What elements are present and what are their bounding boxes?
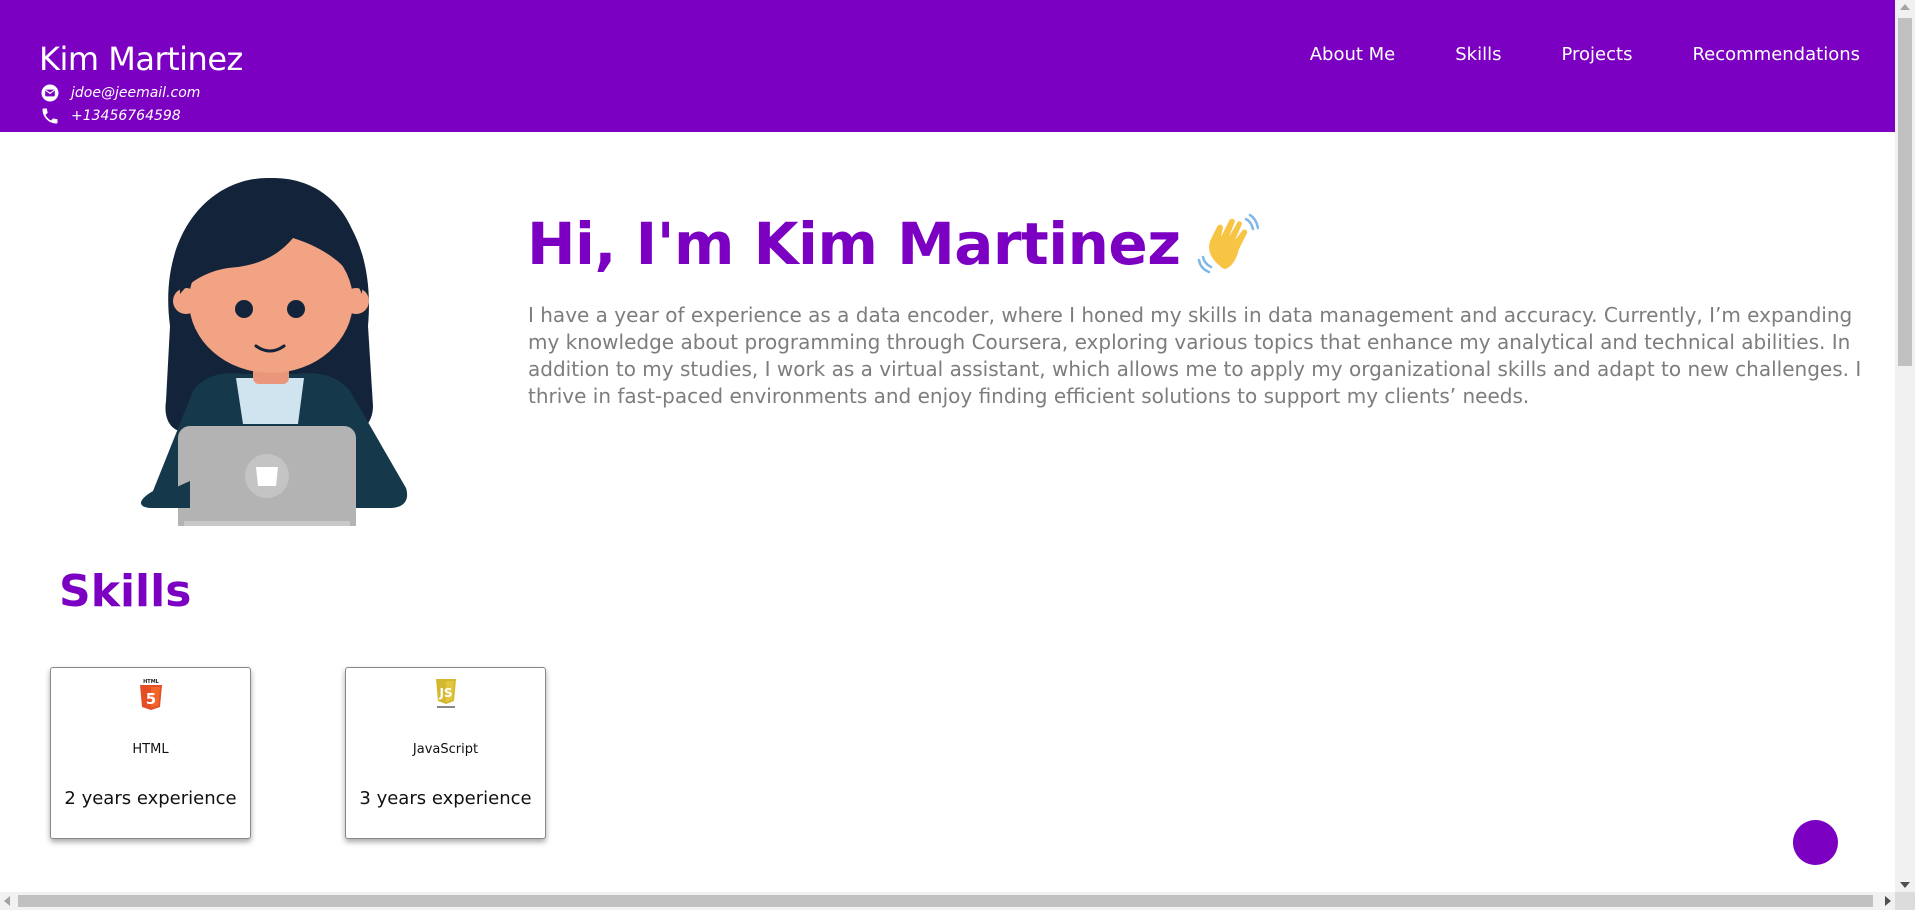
scroll-left-arrow-icon[interactable] [4,896,10,906]
email-text[interactable]: jdoe@jeemail.com [71,85,200,101]
phone-icon [39,107,61,125]
contact-phone: +13456764598 [39,107,181,125]
waving-hand-icon [1197,213,1259,275]
svg-text:HTML: HTML [143,679,160,685]
nav-about-me[interactable]: About Me [1310,44,1396,65]
scroll-down-arrow-icon[interactable] [1900,882,1910,888]
floating-action-button[interactable] [1793,820,1838,865]
skills-heading: Skills [59,566,192,617]
skill-name: JavaScript [412,742,479,757]
nav-projects[interactable]: Projects [1561,44,1632,65]
horizontal-scrollbar[interactable] [0,892,1895,910]
main-nav: About Me Skills Projects Recommendations [1310,44,1860,65]
site-owner-name: Kim Martinez [39,40,243,78]
vertical-scrollbar[interactable] [1895,0,1915,892]
javascript-logo-icon: JS [433,677,459,711]
horizontal-scroll-thumb[interactable] [18,895,1873,907]
hero-title-text: Hi, I'm Kim Martinez [527,210,1181,278]
skill-experience: 3 years experience [359,788,532,809]
avatar-illustration [128,176,413,536]
site-header: Kim Martinez jdoe@jeemail.com +134567645… [0,0,1895,132]
contact-email: jdoe@jeemail.com [39,84,200,102]
skill-card-javascript: JS JavaScript 3 years experience [345,667,546,839]
svg-text:5: 5 [145,690,155,708]
nav-recommendations[interactable]: Recommendations [1692,44,1860,65]
envelope-icon [39,84,61,102]
phone-text[interactable]: +13456764598 [71,108,181,124]
skill-experience: 2 years experience [64,788,237,809]
nav-skills[interactable]: Skills [1455,44,1501,65]
hero-bio: I have a year of experience as a data en… [528,303,1862,408]
html5-logo-icon: HTML 5 [138,677,164,711]
hero-title: Hi, I'm Kim Martinez [527,210,1259,278]
skill-card-html: HTML 5 HTML 2 years experience [50,667,251,839]
skill-name: HTML [132,742,169,757]
scrollbar-corner [1895,892,1915,910]
vertical-scroll-thumb[interactable] [1898,18,1912,366]
scroll-up-arrow-icon[interactable] [1900,4,1910,10]
svg-text:JS: JS [438,686,452,700]
scroll-right-arrow-icon[interactable] [1885,896,1891,906]
